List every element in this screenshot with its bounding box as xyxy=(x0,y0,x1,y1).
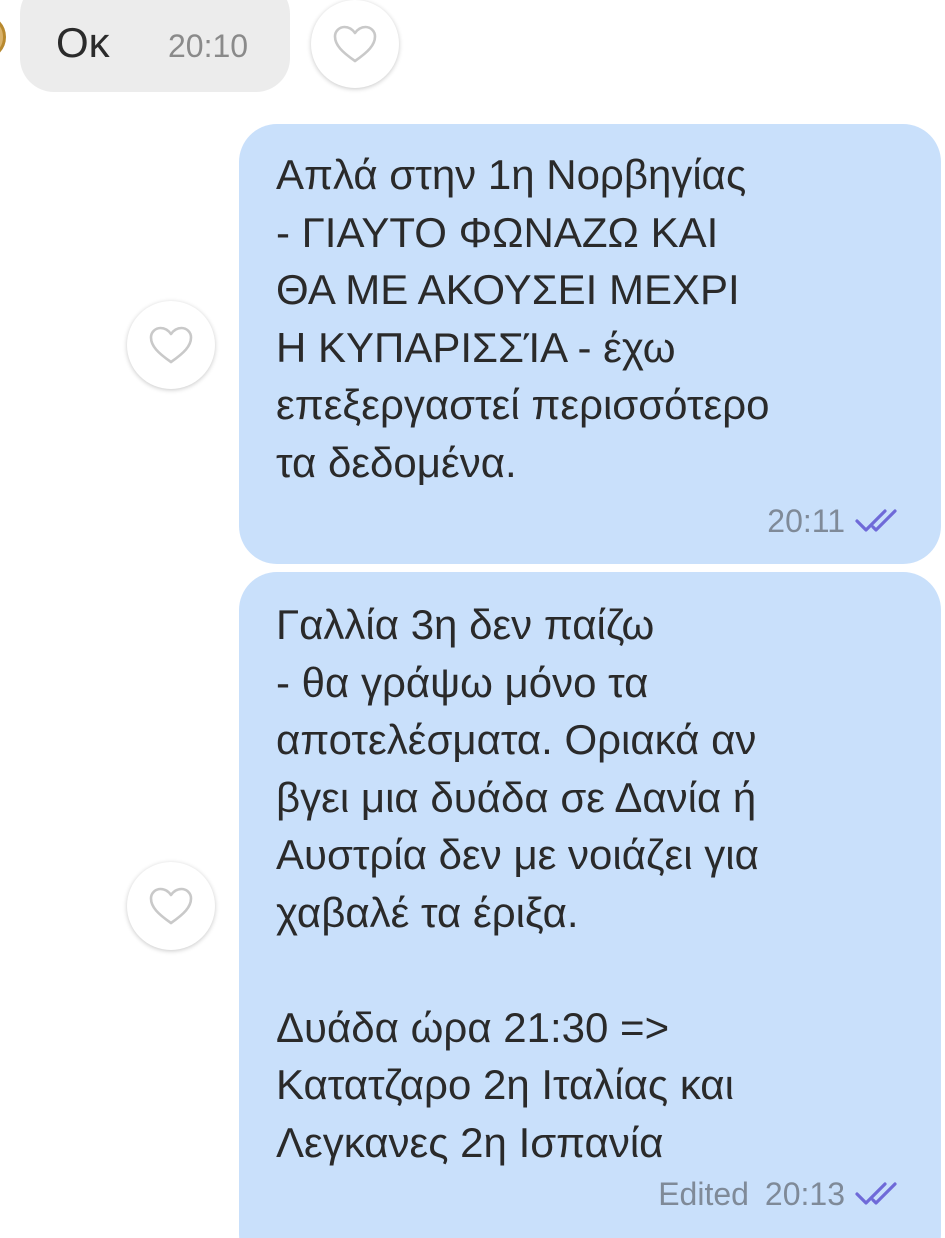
message-meta: 20:11 xyxy=(767,505,903,537)
message-time: 20:13 xyxy=(764,1176,845,1212)
like-button[interactable] xyxy=(127,301,215,389)
message-time: 20:11 xyxy=(767,503,845,539)
outgoing-message-bubble[interactable]: Γαλλία 3η δεν παίζω - θα γράψω μόνο τα α… xyxy=(239,572,941,1238)
like-button[interactable] xyxy=(127,862,215,950)
edited-label: Edited xyxy=(658,1176,749,1212)
heart-outline-icon xyxy=(333,25,377,63)
outgoing-message-bubble[interactable]: Απλά στην 1η Νορβηγίας - ΓΙΑΥΤΟ ΦΩΝΑΖΩ Κ… xyxy=(239,124,941,564)
message-text: Οκ xyxy=(56,19,110,66)
double-check-icon xyxy=(855,1182,897,1205)
message-time: 20:10 xyxy=(168,28,249,64)
double-check-icon xyxy=(855,509,897,532)
chat-conversation: Οκ 20:10 Απλά στην 1η Νορβηγίας - ΓΙΑΥΤΟ… xyxy=(0,0,945,1238)
message-text: Απλά στην 1η Νορβηγίας - ΓΙΑΥΤΟ ΦΩΝΑΖΩ Κ… xyxy=(276,151,770,486)
message-meta: Edited 20:13 xyxy=(658,1178,903,1210)
message-text: Γαλλία 3η δεν παίζω - θα γράψω μόνο τα α… xyxy=(276,601,759,1166)
like-button[interactable] xyxy=(311,0,399,88)
incoming-message-bubble[interactable]: Οκ 20:10 xyxy=(20,0,290,92)
sender-avatar[interactable] xyxy=(0,14,6,60)
heart-outline-icon xyxy=(149,326,193,364)
heart-outline-icon xyxy=(149,887,193,925)
